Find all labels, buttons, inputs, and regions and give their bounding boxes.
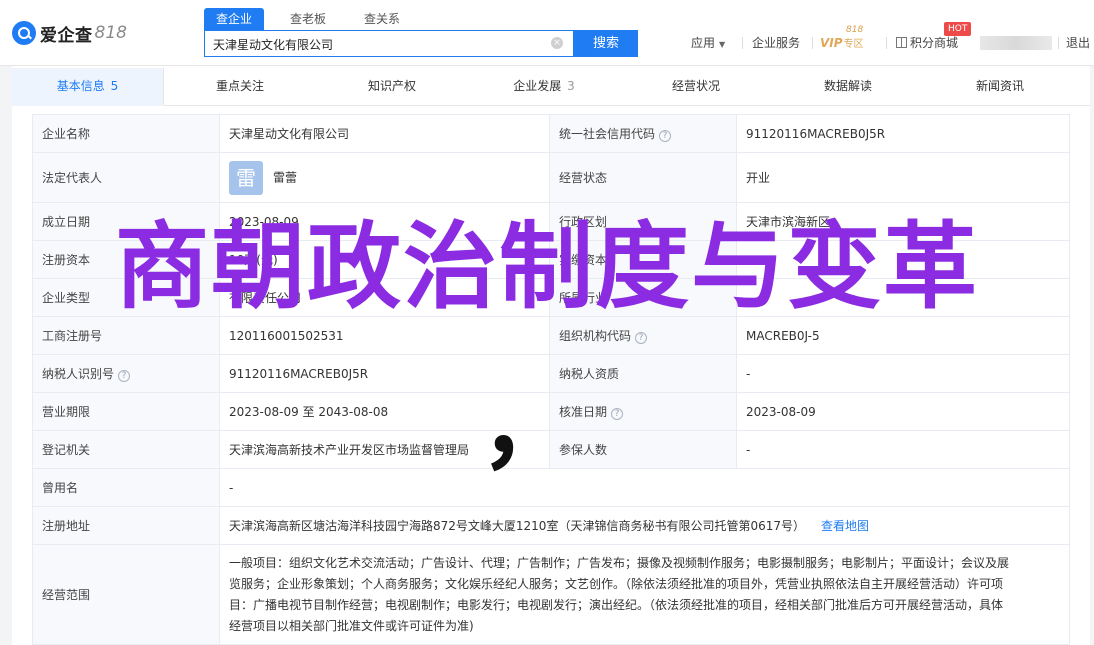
former-name-label: 曾用名 <box>32 468 220 507</box>
tab-key-focus[interactable]: 重点关注 <box>164 68 316 106</box>
nav-divider <box>886 37 887 49</box>
org-code-label-text: 组织机构代码 <box>559 329 632 343</box>
legal-rep-label: 法定代表人 <box>32 152 220 203</box>
vip-badge: 818 <box>846 25 864 35</box>
tab-basic-info[interactable]: 基本信息 5 <box>12 68 164 106</box>
status-value: 开业 <box>736 152 1070 203</box>
approval-date-label: 核准日期? <box>549 392 737 431</box>
section-tabs: 基本信息 5 重点关注 知识产权 企业发展 3 经营状况 数据解读 新闻资讯 <box>12 68 1090 106</box>
biz-term-label: 营业期限 <box>32 392 220 431</box>
table-row: 企业名称 天津星动文化有限公司 统一社会信用代码? 91120116MACREB… <box>32 114 1070 153</box>
reg-authority-label: 登记机关 <box>32 430 220 469</box>
taxpayer-qual-value: - <box>736 354 1070 393</box>
company-name-label: 企业名称 <box>32 114 220 153</box>
tab-count: 3 <box>567 79 575 93</box>
search-input[interactable] <box>213 35 543 53</box>
app-menu-label: 应用 <box>691 36 716 50</box>
avatar: 雷 <box>229 160 263 195</box>
vip-sub-label: 专区 <box>843 39 864 50</box>
insured-label: 参保人数 <box>549 430 737 469</box>
tab-label: 基本信息 <box>56 79 105 93</box>
scope-line: 览服务；企业形象策划；个人商务服务；文化娱乐经纪人服务；文艺创作。（除依法须经批… <box>229 576 1004 591</box>
status-label: 经营状态 <box>549 152 737 203</box>
tab-label: 经营状况 <box>671 79 720 93</box>
legal-rep-value[interactable]: 雷蕾 <box>273 170 297 184</box>
help-icon[interactable]: ? <box>118 370 131 382</box>
legal-rep-cell: 雷雷蕾 <box>219 152 550 203</box>
overlay-title: 商朝政治制度与变革 <box>114 213 979 322</box>
brand-number: 818 <box>94 23 127 43</box>
table-row: 注册地址 天津滨海高新区塘沽海洋科技园宁海路872号文峰大厦1210室（天津锦信… <box>32 506 1070 545</box>
enterprise-service-link[interactable]: 企业服务 <box>752 34 800 52</box>
search-box: × <box>204 30 574 57</box>
credit-code-value: 91120116MACREB0J5R <box>736 114 1070 153</box>
top-header: 爱企查 818 查企业 查老板 查关系 × 搜索 应用▼ 企业服务 VIP专区 … <box>0 0 1094 66</box>
help-icon[interactable]: ? <box>635 332 648 344</box>
table-row: 经营范围 一般项目：组织文化艺术交流活动；广告设计、代理；广告制作；广告发布；摄… <box>32 544 1070 645</box>
points-mall-label: 积分商城 <box>910 36 959 50</box>
approval-date-value: 2023-08-09 <box>736 392 1070 431</box>
vip-label: VIP <box>820 36 843 50</box>
tab-company[interactable]: 查企业 <box>204 8 265 30</box>
search-type-tabs: 查企业 查老板 查关系 <box>204 8 426 30</box>
app-menu[interactable]: 应用 ▼ <box>691 34 725 52</box>
points-mall-link[interactable]: 积分商城 <box>896 34 958 52</box>
tab-label: 企业发展 <box>513 79 562 93</box>
tab-news[interactable]: 新闻资讯 <box>924 68 1076 106</box>
tab-operations[interactable]: 经营状况 <box>620 68 772 106</box>
vip-zone-link[interactable]: VIP专区 <box>820 34 864 52</box>
brand-logo[interactable]: 爱企查 818 <box>12 20 127 46</box>
tab-boss[interactable]: 查老板 <box>278 8 338 30</box>
tab-label: 重点关注 <box>215 79 264 93</box>
company-name-value: 天津星动文化有限公司 <box>219 114 550 153</box>
taxpayer-id-label: 纳税人识别号? <box>32 354 220 393</box>
taxpayer-qual-label: 纳税人资质 <box>549 354 737 393</box>
tab-label: 新闻资讯 <box>975 79 1024 93</box>
nav-divider <box>812 37 813 49</box>
tab-label: 知识产权 <box>367 79 416 93</box>
clear-icon[interactable]: × <box>551 37 563 49</box>
scope-line: 经营项目以相关部门批准文件或许可证件为准) <box>229 618 474 633</box>
view-map-link[interactable]: 查看地图 <box>821 519 869 533</box>
insured-value: - <box>736 430 1070 469</box>
tab-count: 5 <box>110 79 119 93</box>
company-detail-panel: 基本信息 5 重点关注 知识产权 企业发展 3 经营状况 数据解读 新闻资讯 企… <box>12 66 1090 645</box>
hot-badge: HOT <box>944 22 972 36</box>
tab-relation[interactable]: 查关系 <box>352 8 412 30</box>
tab-label: 数据解读 <box>823 79 872 93</box>
address-cell: 天津滨海高新区塘沽海洋科技园宁海路872号文峰大厦1210室（天津锦信商务秘书有… <box>219 506 1070 545</box>
nav-divider <box>742 37 743 49</box>
scope-label: 经营范围 <box>32 544 220 645</box>
tab-development[interactable]: 企业发展 3 <box>468 68 620 106</box>
search-logo-icon <box>12 21 36 45</box>
help-icon[interactable]: ? <box>659 130 672 142</box>
address-value: 天津滨海高新区塘沽海洋科技园宁海路872号文峰大厦1210室（天津锦信商务秘书有… <box>229 519 805 533</box>
search-button[interactable]: 搜索 <box>574 30 638 57</box>
help-icon[interactable]: ? <box>611 408 624 420</box>
credit-code-label: 统一社会信用代码? <box>549 114 737 153</box>
brand-name: 爱企查 <box>40 25 93 46</box>
chevron-down-icon: ▼ <box>719 40 726 49</box>
former-name-value: - <box>219 468 1070 507</box>
tab-data-insight[interactable]: 数据解读 <box>772 68 924 106</box>
address-label: 注册地址 <box>32 506 220 545</box>
logout-link[interactable]: 退出 <box>1066 34 1090 52</box>
scope-value: 一般项目：组织文化艺术交流活动；广告设计、代理；广告制作；广告发布；摄像及视频制… <box>219 544 1070 645</box>
tab-ip[interactable]: 知识产权 <box>316 68 468 106</box>
scope-line: 一般项目：组织文化艺术交流活动；广告设计、代理；广告制作；广告发布；摄像及视频制… <box>229 555 1010 570</box>
scope-line: 目：广播电视节目制作经营；电视剧制作；电影发行；电视剧发行；演出经纪。（依法须经… <box>229 597 1004 612</box>
table-row: 法定代表人 雷雷蕾 经营状态 开业 <box>32 152 1070 203</box>
overlay-comma: ， <box>480 370 576 482</box>
taxpayer-id-label-text: 纳税人识别号 <box>42 367 115 381</box>
nav-divider <box>1058 37 1059 49</box>
gift-icon <box>896 37 907 48</box>
user-account[interactable] <box>980 36 1052 50</box>
credit-code-label-text: 统一社会信用代码 <box>559 127 656 141</box>
